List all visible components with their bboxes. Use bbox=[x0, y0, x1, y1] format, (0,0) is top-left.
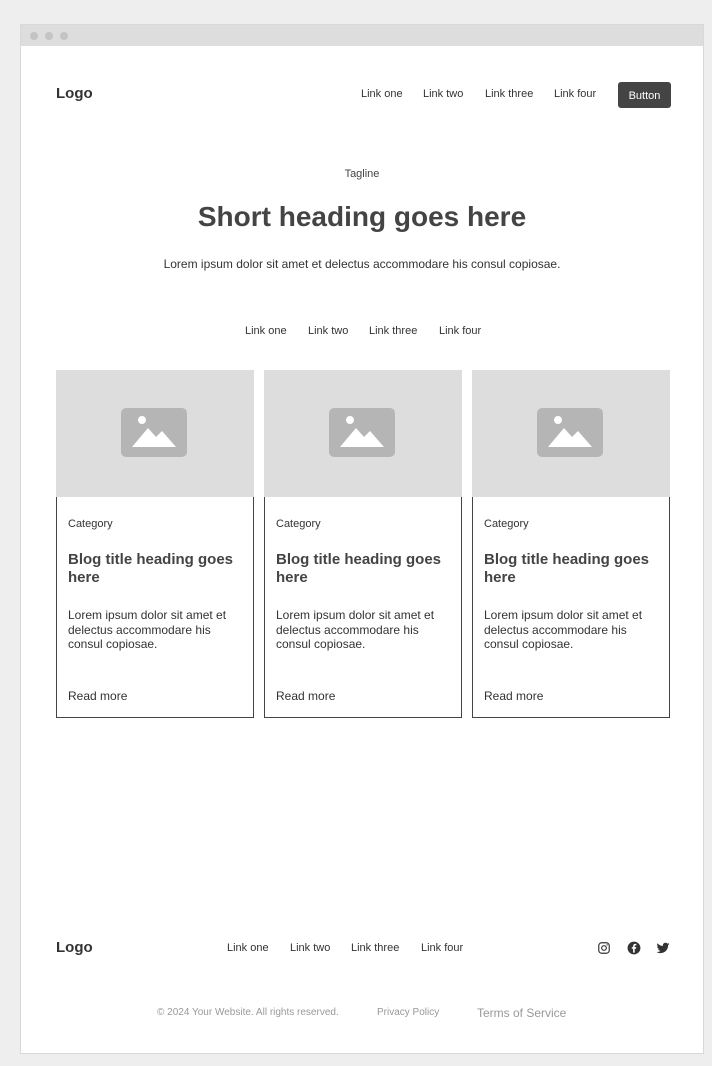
card-read-more-link[interactable]: Read more bbox=[276, 689, 335, 703]
filter-link-four[interactable]: Link four bbox=[439, 325, 481, 337]
hero-text: Lorem ipsum dolor sit amet et delectus a… bbox=[163, 257, 561, 271]
card-excerpt: Lorem ipsum dolor sit amet et delectus a… bbox=[484, 608, 643, 651]
blog-card[interactable]: Category Blog title heading goes here Lo… bbox=[56, 370, 254, 718]
filter-link-two[interactable]: Link two bbox=[308, 325, 348, 337]
image-placeholder-icon bbox=[121, 408, 187, 457]
privacy-policy-link[interactable]: Privacy Policy bbox=[377, 1007, 439, 1018]
blog-card[interactable]: Category Blog title heading goes here Lo… bbox=[472, 370, 670, 718]
footer-copyright: © 2024 Your Website. All rights reserved… bbox=[157, 1007, 339, 1018]
footer-link-two[interactable]: Link two bbox=[290, 942, 330, 954]
card-title[interactable]: Blog title heading goes here bbox=[276, 551, 454, 587]
nav-link-four[interactable]: Link four bbox=[554, 88, 596, 100]
twitter-icon[interactable] bbox=[656, 941, 670, 955]
nav-link-one[interactable]: Link one bbox=[361, 88, 403, 100]
card-category: Category bbox=[484, 518, 529, 530]
card-title[interactable]: Blog title heading goes here bbox=[68, 551, 246, 587]
card-title[interactable]: Blog title heading goes here bbox=[484, 551, 662, 587]
card-image bbox=[472, 370, 670, 497]
card-image bbox=[264, 370, 462, 497]
footer-link-four[interactable]: Link four bbox=[421, 942, 463, 954]
window-close-dot[interactable] bbox=[30, 32, 38, 40]
blog-card[interactable]: Category Blog title heading goes here Lo… bbox=[264, 370, 462, 718]
facebook-icon[interactable] bbox=[627, 941, 641, 955]
footer-link-one[interactable]: Link one bbox=[227, 942, 269, 954]
filter-link-three[interactable]: Link three bbox=[369, 325, 417, 337]
image-placeholder-icon bbox=[537, 408, 603, 457]
footer-logo[interactable]: Logo bbox=[56, 939, 93, 956]
card-read-more-link[interactable]: Read more bbox=[484, 689, 543, 703]
hero-heading: Short heading goes here bbox=[197, 201, 527, 232]
browser-window: Logo Link one Link two Link three Link f… bbox=[20, 24, 704, 1054]
image-placeholder-icon bbox=[329, 408, 395, 457]
card-excerpt: Lorem ipsum dolor sit amet et delectus a… bbox=[68, 608, 227, 651]
card-read-more-link[interactable]: Read more bbox=[68, 689, 127, 703]
header-cta-button[interactable]: Button bbox=[618, 82, 671, 108]
footer-link-three[interactable]: Link three bbox=[351, 942, 399, 954]
window-minimize-dot[interactable] bbox=[45, 32, 53, 40]
filter-link-one[interactable]: Link one bbox=[245, 325, 287, 337]
card-category: Category bbox=[68, 518, 113, 530]
card-category: Category bbox=[276, 518, 321, 530]
hero-tagline: Tagline bbox=[344, 168, 380, 180]
window-maximize-dot[interactable] bbox=[60, 32, 68, 40]
card-excerpt: Lorem ipsum dolor sit amet et delectus a… bbox=[276, 608, 435, 651]
header-logo[interactable]: Logo bbox=[56, 85, 93, 102]
nav-link-two[interactable]: Link two bbox=[423, 88, 463, 100]
terms-of-service-link[interactable]: Terms of Service bbox=[477, 1006, 566, 1020]
window-titlebar bbox=[21, 25, 703, 46]
card-image bbox=[56, 370, 254, 497]
instagram-icon[interactable] bbox=[597, 941, 611, 955]
nav-link-three[interactable]: Link three bbox=[485, 88, 533, 100]
